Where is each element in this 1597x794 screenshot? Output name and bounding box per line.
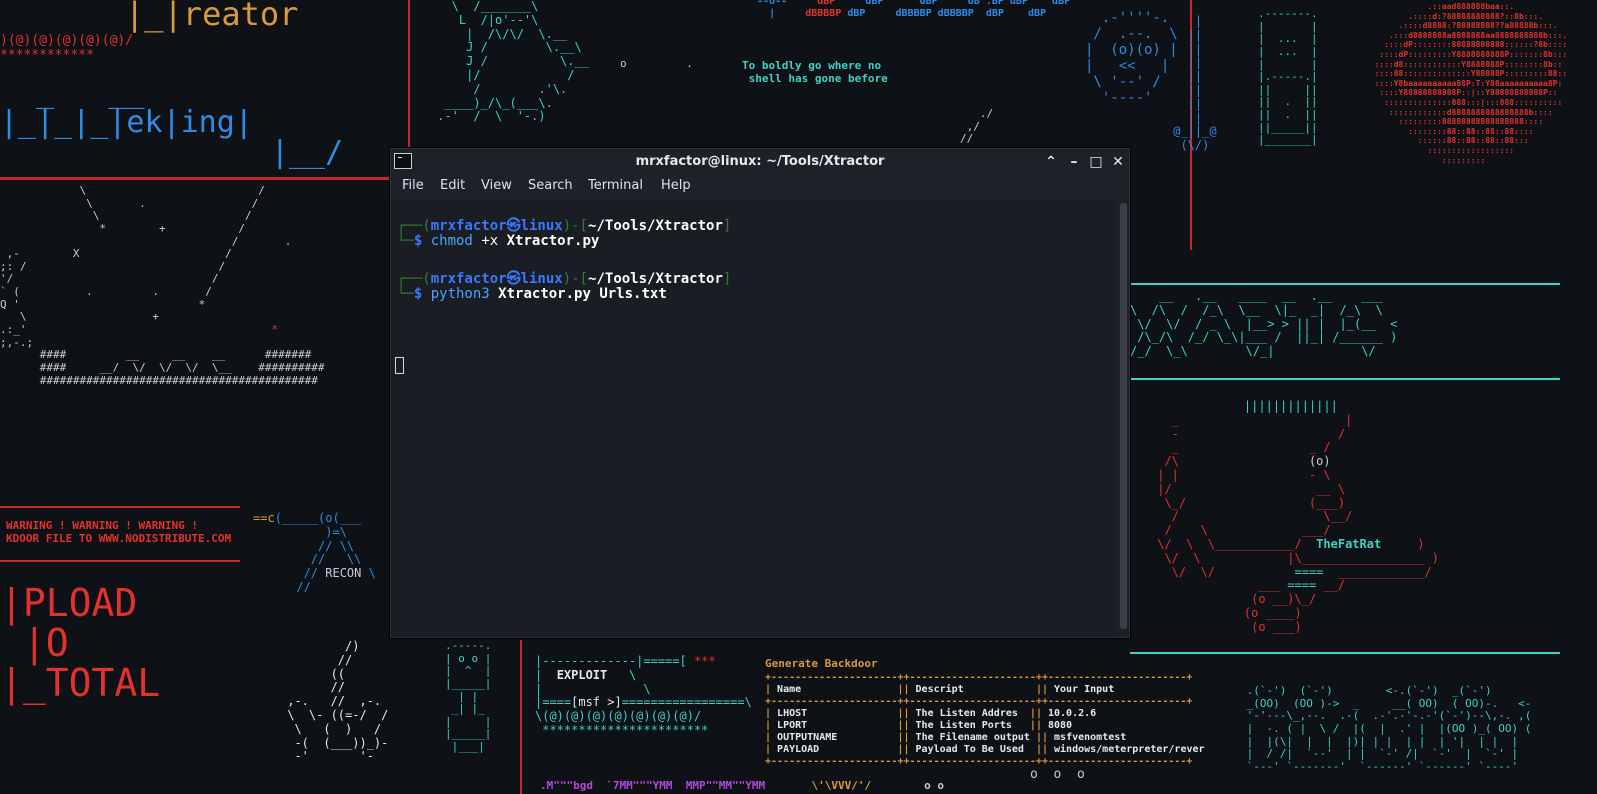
- recon-label: RECON: [325, 566, 362, 581]
- command-args: +x: [481, 233, 499, 249]
- ascii-art-totem: .-----. | o o | | ^ | |_____| | | _| |_ …: [445, 639, 492, 754]
- ascii-art-bottom-right: .(`-') (`-') <-.(`-') _(`-') _(OO) (OO )…: [1246, 684, 1532, 773]
- backdoor-header-name: Name: [777, 684, 802, 695]
- minimize-button[interactable]: –: [1064, 152, 1084, 172]
- command-line: └─$ python3 Xtractor.py Urls.txt: [397, 286, 667, 302]
- prompt-line: ┌──(mrxfactor㉿linux)-[~/Tools/Xtractor]: [397, 218, 732, 234]
- backdoor-cell: Payload To Be Used: [915, 744, 1024, 755]
- backdoor-cell: 10.0.2.6: [1048, 708, 1097, 719]
- divider-teal-2: [1130, 378, 1560, 380]
- ascii-art-banner: __ .__ ____ __ .__ ___ \ /\ / /_\ \__ \|…: [1130, 289, 1398, 359]
- prompt-user: mrxfactor: [430, 271, 507, 287]
- fatrat-label: TheFatRat: [1316, 536, 1382, 551]
- ascii-art-starfield: \ / \ . / \ / * + / / . ,- X / ;: / / '/…: [0, 184, 325, 387]
- menu-bar: File Edit View Search Terminal Help: [391, 175, 1129, 199]
- menu-terminal[interactable]: Terminal: [588, 178, 643, 193]
- command-name: chmod: [430, 233, 473, 249]
- ascii-dots-bottom: o o o: [1030, 767, 1085, 782]
- prompt-path: ~/Tools/Xtractor: [588, 271, 723, 287]
- prompt-host: linux: [520, 271, 563, 287]
- backdoor-cell: The Listen Ports: [915, 720, 1012, 731]
- tagline-line-2: shell has gone before: [748, 71, 888, 85]
- menu-file[interactable]: File: [402, 178, 424, 193]
- prompt-user: mrxfactor: [430, 218, 507, 234]
- ascii-art-creator: |_|reator: [125, 0, 299, 33]
- backdoor-table: +---------------------++----------------…: [765, 672, 1205, 767]
- backdoor-cell: windows/meterpreter/rever: [1054, 744, 1205, 755]
- scrollbar[interactable]: [1120, 203, 1127, 629]
- ascii-art-ninja: \ /_______\ L /|o'--'\ | /\/\/ \.__ J / …: [437, 0, 589, 124]
- window-title: mrxfactor@linux: ~/Tools/Xtractor: [635, 154, 885, 169]
- divider-warning-bottom: [0, 560, 240, 562]
- ascii-art-recon: ==c(_____(o(___ )=\ // \\ // \\ // RECON…: [253, 511, 376, 594]
- prompt-host: linux: [520, 218, 563, 234]
- divider-teal-1: [1130, 283, 1560, 285]
- menu-edit[interactable]: Edit: [440, 178, 465, 193]
- backdoor-cell: PAYLOAD: [777, 744, 820, 755]
- ascii-art-fatrat: ||||||||||||| _ | - / _ _ / /\ (o) | | -…: [1157, 399, 1439, 634]
- backdoor-cell: The Listen Addres: [915, 708, 1018, 719]
- ascii-art-sword: | || || || || || || || @_||_@ (\/): [1173, 14, 1217, 153]
- ascii-art-bottom-strip: .M"""bgd `7MM"""YMM MMP""MM""YMM \'\VVV/…: [540, 779, 944, 792]
- terminal-window[interactable]: mrxfactor@linux: ~/Tools/Xtractor ⌃ – □ …: [390, 148, 1130, 638]
- warning-line-2: KDOOR FILE TO WWW.NODISTRIBUTE.COM: [6, 531, 232, 545]
- maximize-button[interactable]: □: [1086, 152, 1106, 172]
- divider-red-bottom: [520, 640, 522, 794]
- warning-line-1: WARNING ! WARNING ! WARNING !: [6, 519, 199, 532]
- ascii-art-robot-head: .-''''-. / .--. \ | (o)(o) | | << | \ '-…: [1085, 10, 1178, 107]
- menu-search[interactable]: Search: [528, 178, 573, 193]
- backdoor-cell: The Filename output: [915, 732, 1030, 743]
- command-file: Xtractor.py Urls.txt: [498, 286, 667, 302]
- text-cursor: [395, 357, 404, 374]
- backdoor-cell: OUTPUTNAME: [777, 732, 838, 743]
- prompt-at-symbol: ㉿: [506, 271, 521, 287]
- close-button[interactable]: ✕: [1108, 152, 1128, 172]
- backdoor-cell: LPORT: [777, 720, 808, 731]
- prompt-line: ┌──(mrxfactor㉿linux)-[~/Tools/Xtractor]: [397, 271, 732, 287]
- exploit-panel: |-------------|=====[ *** | EXPLOIT \ | …: [535, 654, 752, 737]
- backdoor-header-descript: Descript: [915, 684, 964, 695]
- backdoor-cell: msfvenomtest: [1054, 732, 1127, 743]
- divider-warning-top: [0, 506, 240, 508]
- warning-text: WARNING ! WARNING ! WARNING ! KDOOR FILE…: [6, 519, 232, 545]
- prompt-at-symbol: ㉿: [506, 218, 521, 234]
- terminal-output[interactable]: ┌──(mrxfactor㉿linux)-[~/Tools/Xtractor] …: [391, 199, 1115, 637]
- backdoor-title: Generate Backdoor: [765, 657, 878, 670]
- exploit-label: EXPLOIT: [556, 667, 608, 682]
- ascii-art-dbp: --o-- dBP dBP dBP dB'.BP dBP dBP | dBBBB…: [745, 0, 1071, 19]
- backdoor-cell: 8080: [1047, 720, 1073, 731]
- ascii-slashes: ./ ,/ //: [960, 107, 994, 146]
- tagline-line-1: To boldly go where no: [742, 59, 882, 72]
- ascii-art-bunny: /) // (( // ,-. // ,-. \ \- ((=-/ / \ ( …: [287, 639, 389, 764]
- ascii-art-at-row: )(@)(@)(@)(@)(@)/ ************: [0, 33, 134, 63]
- ascii-art-upload: |PLOAD |O |_TOTAL: [0, 581, 161, 705]
- msf-label: [msf >]: [571, 695, 622, 710]
- ascii-art-tower: .-------. | | | ... | | ... | | | |.----…: [1258, 7, 1318, 147]
- tagline: To boldly go where no shell has gone bef…: [742, 59, 888, 85]
- ascii-art-hacking: _ __ |_|_|_|ek|ing| |__/: [0, 75, 344, 170]
- title-bar[interactable]: mrxfactor@linux: ~/Tools/Xtractor ⌃ – □ …: [391, 149, 1129, 175]
- divider-red-top: [0, 177, 408, 180]
- backdoor-cell: LHOST: [777, 708, 808, 719]
- command-name: python3: [430, 286, 490, 302]
- shade-button[interactable]: ⌃: [1041, 152, 1061, 172]
- ascii-dots: o .: [620, 57, 693, 70]
- backdoor-header-input: Your Input: [1054, 684, 1115, 695]
- command-file: Xtractor.py: [506, 233, 600, 249]
- menu-help[interactable]: Help: [661, 178, 691, 193]
- prompt-path: ~/Tools/Xtractor: [588, 218, 723, 234]
- command-line: └─$ chmod +x Xtractor.py: [397, 233, 600, 249]
- ascii-art-red-globe: .::aad888888baa::. .::::d:?88888888888?:…: [1374, 2, 1568, 165]
- menu-view[interactable]: View: [481, 178, 512, 193]
- divider-teal-3: [1130, 652, 1560, 654]
